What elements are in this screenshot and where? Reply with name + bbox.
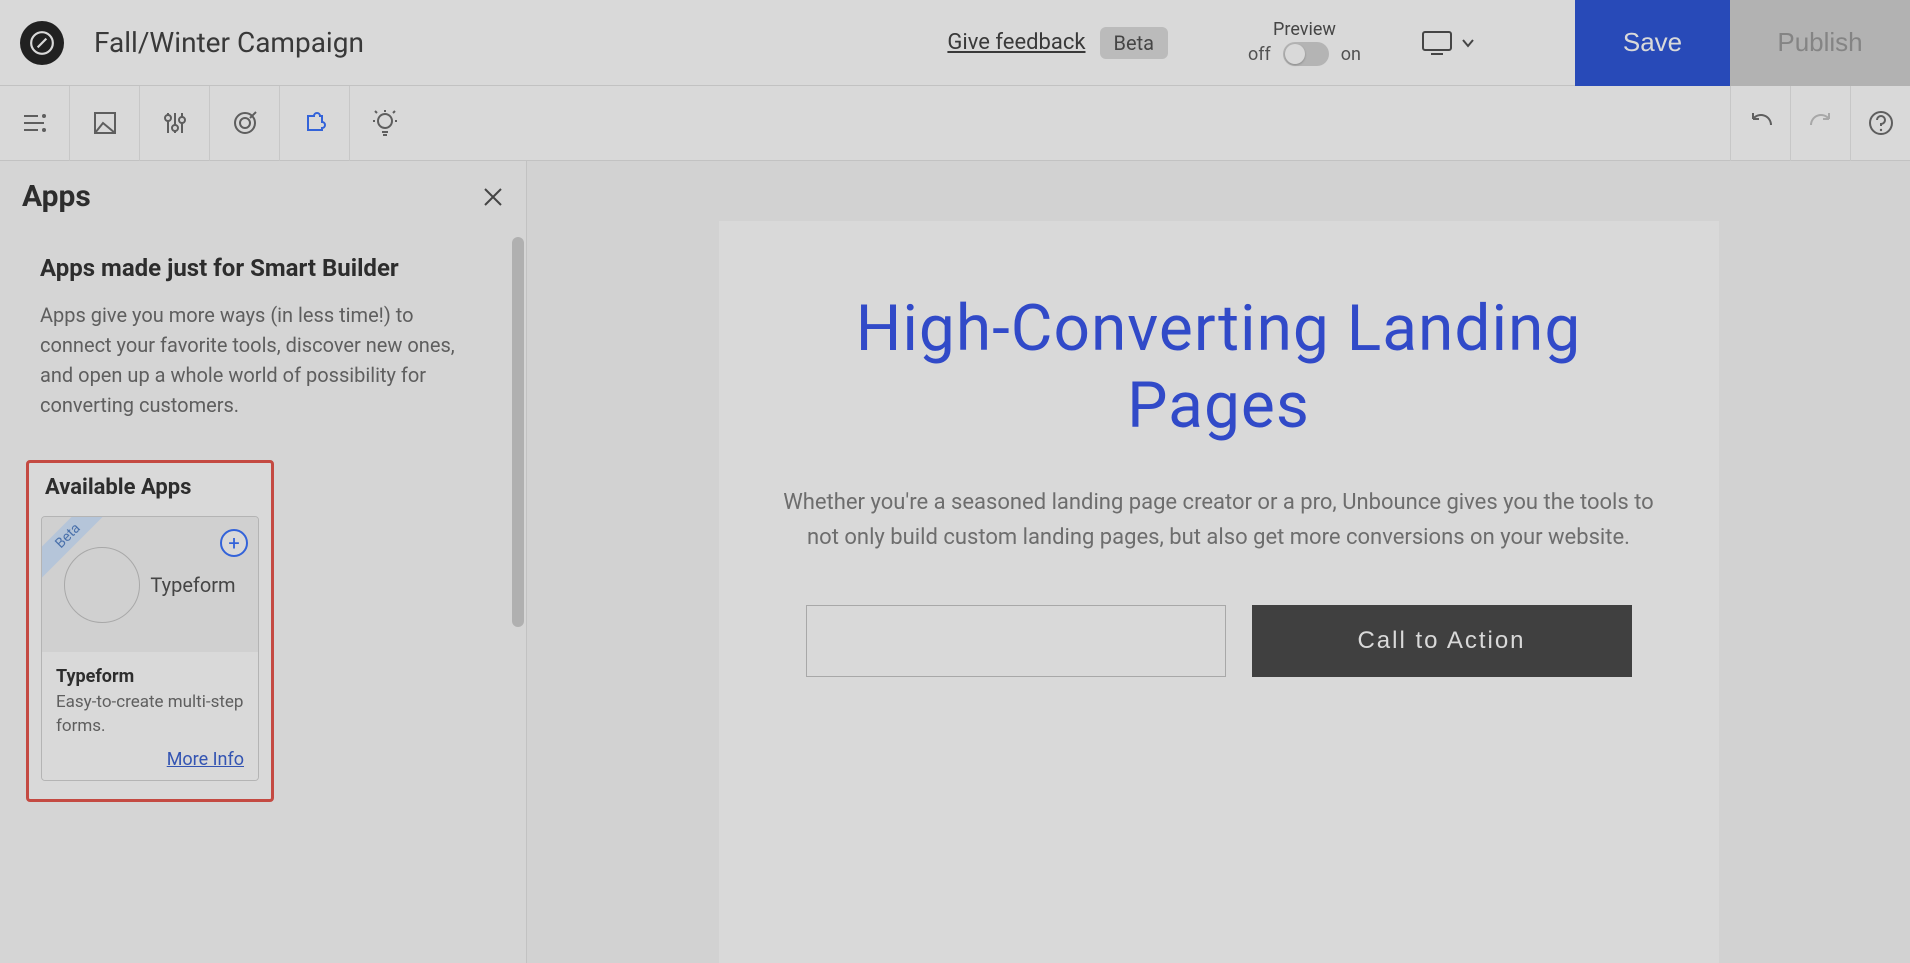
brand-logo[interactable] xyxy=(20,21,64,65)
preview-toggle[interactable] xyxy=(1283,42,1329,66)
help-icon xyxy=(1867,109,1895,137)
preview-on-label: on xyxy=(1341,44,1361,65)
sliders-icon xyxy=(160,108,190,138)
apps-panel: Apps Apps made just for Smart Builder Ap… xyxy=(0,161,527,963)
panel-title: Apps xyxy=(22,179,91,214)
close-icon xyxy=(482,186,504,208)
give-feedback-link[interactable]: Give feedback xyxy=(947,30,1085,55)
structure-icon xyxy=(20,108,50,138)
tool-goals[interactable] xyxy=(210,86,280,161)
app-logo-label: Typeform xyxy=(150,573,235,597)
puzzle-icon xyxy=(300,108,330,138)
chevron-down-icon xyxy=(1461,38,1475,48)
available-apps-highlight: Available Apps Beta + Typeform Typeform … xyxy=(26,460,274,802)
panel-subtitle: Apps made just for Smart Builder xyxy=(40,254,486,282)
landing-page-frame[interactable]: High-Converting Landing Pages Whether yo… xyxy=(719,221,1719,963)
undo-icon xyxy=(1747,111,1775,135)
tool-tips[interactable] xyxy=(350,86,420,161)
page-title: Fall/Winter Campaign xyxy=(94,26,364,59)
preview-label: Preview xyxy=(1248,19,1361,40)
lightbulb-icon xyxy=(370,108,400,138)
save-button[interactable]: Save xyxy=(1575,0,1730,86)
tool-structure[interactable] xyxy=(0,86,70,161)
preview-toggle-block: Preview off on xyxy=(1248,19,1361,66)
tool-apps[interactable] xyxy=(280,86,350,161)
panel-close-button[interactable] xyxy=(482,186,504,208)
cta-button[interactable]: Call to Action xyxy=(1252,605,1632,677)
target-icon xyxy=(230,108,260,138)
design-icon xyxy=(90,108,120,138)
app-card-typeform[interactable]: Beta + Typeform Typeform Easy-to-create … xyxy=(41,516,259,781)
add-app-button[interactable]: + xyxy=(220,529,248,557)
canvas-area: High-Converting Landing Pages Whether yo… xyxy=(527,161,1910,963)
app-card-name: Typeform xyxy=(56,666,244,687)
panel-description: Apps give you more ways (in less time!) … xyxy=(40,300,486,420)
landing-headline[interactable]: High-Converting Landing Pages xyxy=(769,291,1669,445)
redo-button[interactable] xyxy=(1790,86,1850,161)
undo-button[interactable] xyxy=(1730,86,1790,161)
help-button[interactable] xyxy=(1850,86,1910,161)
preview-off-label: off xyxy=(1248,44,1271,65)
tool-settings[interactable] xyxy=(140,86,210,161)
desktop-icon xyxy=(1421,30,1453,56)
beta-badge: Beta xyxy=(1100,27,1169,59)
panel-scrollbar[interactable] xyxy=(512,231,524,953)
email-input[interactable] xyxy=(806,605,1226,677)
publish-button[interactable]: Publish xyxy=(1730,0,1910,86)
app-card-desc: Easy-to-create multi-step forms. xyxy=(56,691,244,739)
more-info-link[interactable]: More Info xyxy=(56,749,244,770)
tool-design[interactable] xyxy=(70,86,140,161)
logo-icon xyxy=(29,30,55,56)
top-bar: Fall/Winter Campaign Give feedback Beta … xyxy=(0,0,1910,86)
landing-subtext[interactable]: Whether you're a seasoned landing page c… xyxy=(769,485,1669,555)
builder-toolbar xyxy=(0,86,1910,161)
available-apps-title: Available Apps xyxy=(45,475,259,500)
beta-ribbon: Beta xyxy=(41,516,112,587)
device-selector[interactable] xyxy=(1421,30,1475,56)
redo-icon xyxy=(1807,111,1835,135)
